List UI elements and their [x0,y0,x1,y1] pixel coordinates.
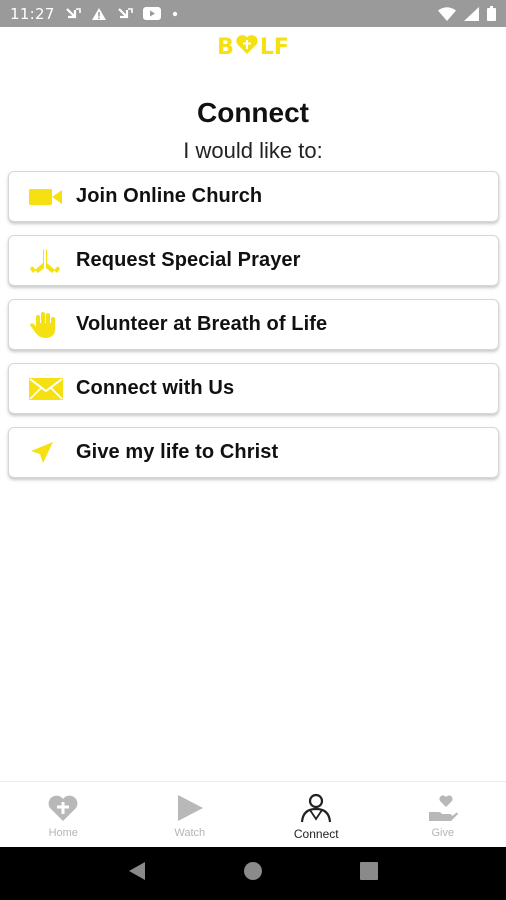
heart-logo-icon [235,34,259,61]
logo-text-left: B [217,34,234,60]
nav-item-home[interactable]: Home [0,782,127,847]
warning-icon [91,7,107,21]
nav-item-watch[interactable]: Watch [127,782,254,847]
nav-item-give[interactable]: Give [380,782,506,847]
page-title: Connect [197,97,309,128]
raised-hand-icon [29,310,65,340]
navigation-arrow-icon [29,438,65,468]
give-life-to-christ-button[interactable]: Give my life to Christ [8,427,499,478]
action-label: Volunteer at Breath of Life [76,313,328,335]
volunteer-button[interactable]: Volunteer at Breath of Life [8,299,499,350]
dot-icon [171,10,179,18]
app-logo: B LF [0,34,506,60]
back-icon[interactable] [128,861,146,886]
action-label: Join Online Church [76,185,263,207]
heart-cross-icon [47,793,79,823]
nav-label: Give [431,827,455,839]
bottom-navigation: Home Watch Connect Give [0,781,506,847]
logo-text-right: LF [259,34,289,60]
request-special-prayer-button[interactable]: Request Special Prayer [8,235,499,286]
status-bar: 11:27 [0,0,506,27]
page-subtitle: I would like to: [183,138,323,163]
missed-call-icon [65,7,81,21]
signal-icon [464,6,479,21]
action-label: Connect with Us [76,377,235,399]
envelope-icon [29,374,65,404]
connect-actions-list: Join Online Church Request Special Praye… [8,171,499,491]
video-camera-icon [29,182,65,212]
battery-icon [487,6,496,21]
praying-hands-icon [29,246,65,276]
nav-label: Watch [174,827,206,839]
connect-with-us-button[interactable]: Connect with Us [8,363,499,414]
nav-label: Connect [293,827,339,841]
wifi-icon [438,6,456,21]
recents-icon[interactable] [359,862,378,885]
action-label: Give my life to Christ [76,441,279,463]
nav-label: Home [48,827,78,839]
youtube-icon [142,7,161,20]
system-navigation-bar [0,847,506,900]
missed-call-icon [117,7,133,21]
join-online-church-button[interactable]: Join Online Church [8,171,499,222]
action-label: Request Special Prayer [76,249,301,271]
hand-heart-icon [427,793,459,823]
play-icon [175,793,205,823]
nav-item-connect[interactable]: Connect [253,782,380,847]
person-icon [299,793,333,823]
status-time: 11:27 [10,4,55,23]
home-circle-icon[interactable] [243,861,263,886]
